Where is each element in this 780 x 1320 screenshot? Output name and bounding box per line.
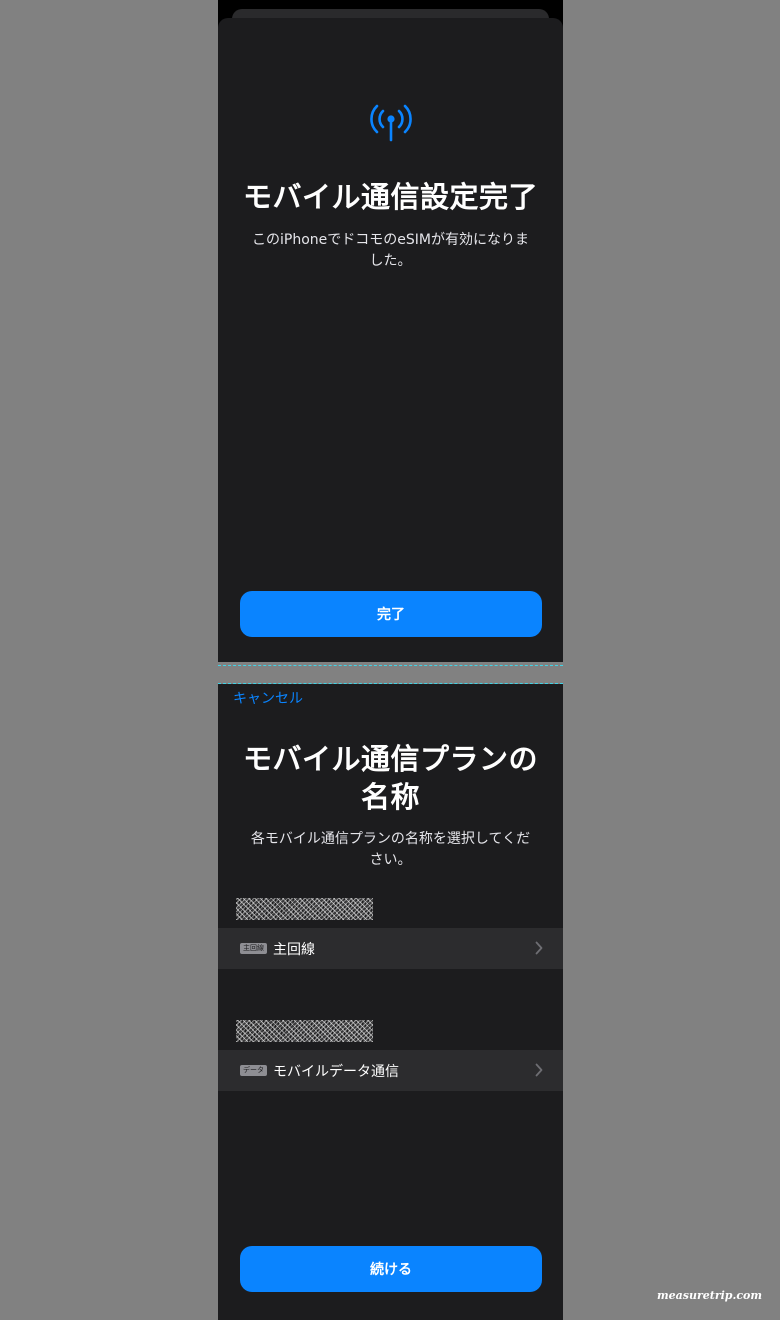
- description-line-2: さい。: [369, 852, 412, 868]
- title-line-1: モバイル通信プランの: [242, 742, 538, 776]
- plan-row-primary[interactable]: 主回線 主回線: [218, 928, 563, 969]
- plan-labels-screen: キャンセル モバイル通信プランの 名称 各モバイル通信プランの名称を選択してくだ…: [218, 684, 563, 1320]
- page-title: モバイル通信プランの 名称: [230, 740, 551, 816]
- chevron-right-icon: [535, 1063, 543, 1077]
- redacted-phone-number: [236, 898, 373, 920]
- title-line-2: 名称: [360, 780, 420, 814]
- plan-badge: データ: [240, 1065, 267, 1076]
- antenna-radiowaves-icon: [370, 104, 412, 142]
- description-line-1: このiPhoneでドコモのeSIMが有効になりま: [252, 232, 529, 248]
- plan-badge: 主回線: [240, 943, 267, 954]
- description-line-1: 各モバイル通信プランの名称を選択してくだ: [250, 831, 531, 847]
- description-line-2: した。: [369, 253, 412, 269]
- plan-label: モバイルデータ通信: [273, 1063, 399, 1080]
- done-button[interactable]: 完了: [240, 591, 542, 637]
- continue-button[interactable]: 続ける: [240, 1246, 542, 1292]
- setup-complete-sheet: モバイル通信設定完了 このiPhoneでドコモのeSIMが有効になりま した。 …: [218, 18, 563, 662]
- page-title: モバイル通信設定完了: [242, 180, 538, 214]
- screenshot-divider-top: [218, 665, 563, 666]
- plan-row-data[interactable]: データ モバイルデータ通信: [218, 1050, 563, 1091]
- description: このiPhoneでドコモのeSIMが有効になりま した。: [240, 230, 541, 272]
- description: 各モバイル通信プランの名称を選択してくだ さい。: [240, 829, 541, 871]
- watermark: measuretrip.com: [657, 1289, 762, 1302]
- redacted-phone-number: [236, 1020, 373, 1042]
- cancel-button[interactable]: キャンセル: [233, 688, 303, 708]
- chevron-right-icon: [535, 941, 543, 955]
- plan-label: 主回線: [273, 941, 315, 958]
- setup-complete-screen: モバイル通信設定完了 このiPhoneでドコモのeSIMが有効になりま した。 …: [218, 0, 563, 662]
